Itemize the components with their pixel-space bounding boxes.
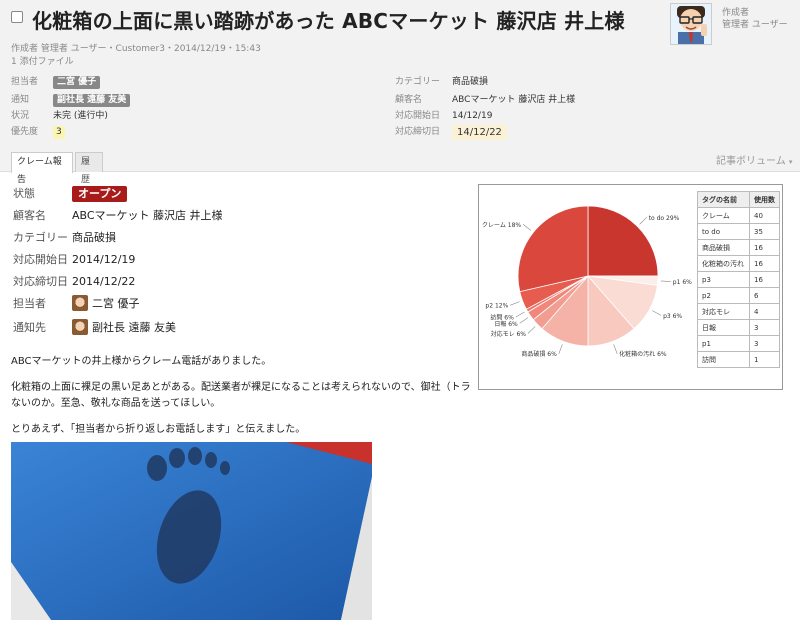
pie-slice-label: p1 6% (673, 279, 692, 286)
table-row[interactable]: to do 35 (697, 223, 780, 240)
table-row[interactable]: 化粧箱の汚れ 16 (697, 255, 780, 272)
notify-avatar (72, 319, 88, 335)
author-name[interactable]: 管理者 ユーザー (722, 17, 788, 30)
tag-pie-chart: to do 29% p1 6% p3 6% 化粧箱の汚れ 6% 商品破損 6% 対応モレ … (482, 205, 692, 358)
pie-slice-label: p2 12% (485, 303, 508, 310)
table-row[interactable]: 商品破損 16 (697, 239, 780, 256)
body-paragraph-1: ABCマーケットの井上様からクレーム電話がありました。 (11, 356, 272, 367)
notify-tag[interactable]: 副社長 遠藤 友美 (53, 94, 131, 107)
table-row[interactable]: p1 3 (697, 335, 780, 352)
pie-slice-label: 商品破損 6% (521, 350, 557, 358)
pie-slice[interactable] (587, 205, 659, 277)
pie-leader-line (558, 344, 563, 354)
assignee-tag[interactable]: 二宮 優子 (53, 76, 101, 89)
pie-slice-label: 日報 6% (494, 321, 518, 328)
pie-slice-label: 対応モレ 6% (491, 330, 527, 338)
pie-leader-line (510, 301, 520, 306)
pie-slice-label: p3 6% (663, 313, 682, 320)
footprint-box-photo-icon (11, 442, 372, 620)
col-usage-count: 使用数 (749, 191, 780, 208)
issue-header: 化粧箱の上面に黒い踏跡があった ABCマーケット 藤沢店 井上様 作成者 管理者… (0, 0, 800, 185)
tab-history[interactable]: 履歴 (75, 152, 103, 185)
pie-leader-line (613, 344, 618, 354)
tag-usage-table: タグの名前 使用数 クレーム 40 to do 35 商品破損 16 化粧箱の汚れ 16… (697, 191, 780, 368)
priority-tag: 3 (53, 126, 65, 139)
tag-usage-chart: to do 29% p1 6% p3 6% 化粧箱の汚れ 6% 商品破損 6% 対応モレ … (478, 184, 783, 390)
table-header-row: タグの名前 使用数 (697, 191, 780, 208)
table-row[interactable]: クレーム 40 (697, 207, 780, 224)
issue-select-checkbox[interactable] (11, 11, 23, 23)
assignee-name[interactable]: 二宮 優子 (92, 297, 140, 310)
pie-slice-label: クレーム 18% (482, 222, 521, 229)
pie-leader-line (522, 224, 532, 231)
table-row[interactable]: p3 16 (697, 271, 780, 288)
pie-leader-line (660, 280, 671, 282)
tab-claim-report[interactable]: クレーム報告 (11, 152, 73, 185)
pie-slice-label: to do 29% (649, 215, 680, 222)
issue-meta: 作成者 管理者 ユーザー・Customer3・2014/12/19・15:43 (11, 44, 261, 54)
pie-slice-label: 化粧箱の汚れ 6% (619, 350, 667, 358)
pie-leader-line (527, 326, 536, 334)
body-paragraph-3: とりあえず、「担当者から折り返しお電話します」と伝えました。 (11, 424, 306, 435)
pie-leader-line (519, 317, 529, 324)
attached-photo[interactable] (11, 442, 372, 620)
pie-slice-label: 訪問 6% (490, 313, 514, 321)
table-row[interactable]: p2 6 (697, 287, 780, 304)
table-row[interactable]: 訪問 1 (697, 351, 780, 368)
author-avatar[interactable] (670, 3, 712, 45)
body-paragraph-2a: 化粧箱の上面に裸足の黒い足あとがある。配送業者が裸足になることは考えられないので… (11, 382, 471, 393)
pie-leader-line (652, 310, 662, 316)
due-date-tag: 14/12/22 (452, 125, 507, 140)
col-tag-name: タグの名前 (697, 191, 750, 208)
article-volume-menu[interactable]: 記事ボリューム ▾ (716, 152, 792, 167)
cartoon-user-icon (671, 4, 711, 44)
chevron-down-icon: ▾ (788, 158, 793, 166)
pie-slice[interactable] (517, 205, 589, 293)
table-row[interactable]: 日報 3 (697, 319, 780, 336)
assignee-avatar (72, 295, 88, 311)
page-title: 化粧箱の上面に黒い踏跡があった ABCマーケット 藤沢店 井上様 (32, 9, 625, 33)
pie-leader-line (515, 311, 525, 318)
pie-leader-line (639, 217, 647, 225)
table-row[interactable]: 対応モレ 4 (697, 303, 780, 320)
body-paragraph-2b: ないのか。至急、敬礼な商品を送ってほしい。 (11, 398, 221, 409)
status-badge: オープン (72, 186, 128, 202)
notify-name[interactable]: 副社長 遠藤 友美 (92, 321, 176, 334)
attachments-link[interactable]: 1 添付ファイル (11, 54, 74, 67)
